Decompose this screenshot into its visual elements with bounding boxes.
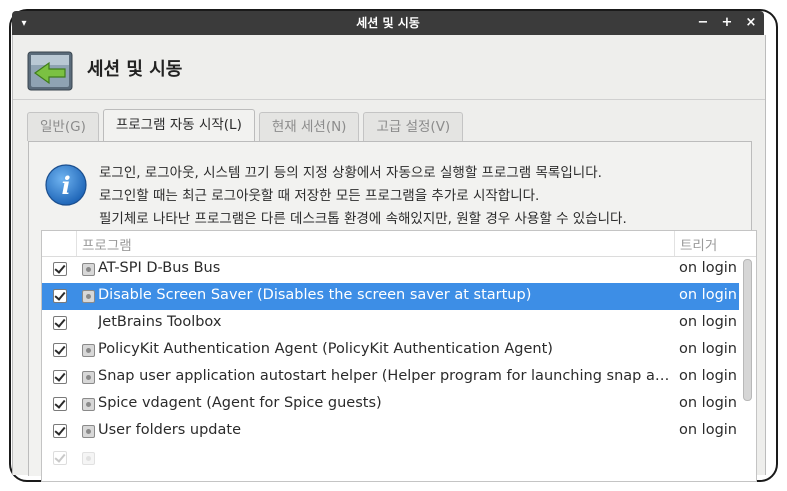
application-icon (82, 344, 95, 357)
column-header-program[interactable]: 프로그램 (82, 234, 132, 254)
application-icon (82, 452, 95, 465)
info-text: 로그인, 로그아웃, 시스템 끄기 등의 지정 상황에서 자동으로 실행할 프로… (99, 162, 627, 231)
info-icon: i (45, 164, 87, 206)
dialog-title: 세션 및 시동 (87, 59, 183, 80)
scrollbar-thumb[interactable] (743, 259, 752, 401)
enabled-checkbox[interactable] (53, 262, 67, 276)
close-button[interactable]: × (744, 16, 758, 30)
column-header-trigger[interactable]: 트리거 (680, 234, 717, 254)
tab-bar: 일반(G) 프로그램 자동 시작(L) 현재 세션(N) 고급 설정(V) (27, 109, 467, 141)
application-icon (82, 398, 95, 411)
tab-autostart[interactable]: 프로그램 자동 시작(L) (102, 109, 255, 141)
autostart-list[interactable]: 프로그램 트리거 AT-SPI D-Bus Bus on login Disab… (41, 230, 757, 482)
application-icon (82, 263, 95, 276)
dialog-header: 세션 및 시동 (13, 35, 765, 100)
program-trigger: on login (679, 314, 737, 330)
list-item[interactable]: Spice vdagent (Agent for Spice guests) o… (42, 391, 739, 418)
enabled-checkbox[interactable] (53, 424, 67, 438)
list-item[interactable]: PolicyKit Authentication Agent (PolicyKi… (42, 337, 739, 364)
enabled-checkbox[interactable] (53, 289, 67, 303)
program-name: Disable Screen Saver (Disables the scree… (98, 287, 532, 303)
list-item[interactable]: User folders update on login (42, 418, 739, 445)
minimize-button[interactable]: − (696, 16, 710, 30)
program-trigger: on login (679, 368, 737, 384)
program-name: AT-SPI D-Bus Bus (98, 260, 221, 276)
list-rows: AT-SPI D-Bus Bus on login Disable Screen… (42, 256, 739, 472)
program-name: Spice vdagent (Agent for Spice guests) (98, 395, 382, 411)
program-name: PolicyKit Authentication Agent (PolicyKi… (98, 341, 553, 357)
program-trigger: on login (679, 287, 737, 303)
enabled-checkbox[interactable] (53, 316, 67, 330)
program-trigger: on login (679, 395, 737, 411)
application-icon (82, 371, 95, 384)
autostart-panel: i 로그인, 로그아웃, 시스템 끄기 등의 지정 상황에서 자동으로 실행할 … (28, 141, 757, 482)
info-line: 로그인할 때는 최근 로그아웃할 때 저장한 모든 프로그램을 추가로 시작합니… (99, 188, 540, 204)
application-icon (82, 290, 95, 303)
enabled-checkbox[interactable] (53, 451, 67, 465)
list-item[interactable]: AT-SPI D-Bus Bus on login (42, 256, 739, 283)
session-startup-icon (27, 51, 73, 91)
program-name: User folders update (98, 422, 242, 438)
window-body: 세션 및 시동 일반(G) 프로그램 자동 시작(L) 현재 세션(N) 고급 … (12, 35, 766, 482)
enabled-checkbox[interactable] (53, 343, 67, 357)
maximize-button[interactable]: + (720, 16, 734, 30)
program-name: JetBrains Toolbox (98, 314, 222, 330)
enabled-checkbox[interactable] (53, 370, 67, 384)
tab-general[interactable]: 일반(G) (27, 112, 99, 141)
list-item[interactable]: Snap user application autostart helper (… (42, 364, 739, 391)
info-line: 로그인, 로그아웃, 시스템 끄기 등의 지정 상황에서 자동으로 실행할 프로… (99, 165, 602, 181)
list-scrollbar[interactable] (742, 258, 752, 480)
tab-current-session[interactable]: 현재 세션(N) (258, 112, 360, 141)
program-name: Snap user application autostart helper (… (98, 368, 670, 384)
list-item-selected[interactable]: Disable Screen Saver (Disables the scree… (42, 283, 739, 310)
list-header: 프로그램 트리거 (42, 231, 756, 257)
list-item-partial[interactable] (42, 445, 739, 472)
info-line: 필기체로 나타난 프로그램은 다른 데스크톱 환경에 속해있지만, 원할 경우 … (99, 211, 627, 227)
program-trigger: on login (679, 260, 737, 276)
tab-advanced[interactable]: 고급 설정(V) (363, 112, 464, 141)
window-title: 세션 및 시동 (356, 16, 420, 30)
program-trigger: on login (679, 422, 737, 438)
list-item[interactable]: JetBrains Toolbox on login (42, 310, 739, 337)
application-icon (82, 425, 95, 438)
window-titlebar[interactable]: ▾ 세션 및 시동 − + × (12, 11, 764, 35)
enabled-checkbox[interactable] (53, 397, 67, 411)
program-trigger: on login (679, 341, 737, 357)
svg-text:i: i (61, 171, 70, 200)
column-header-enabled[interactable] (42, 231, 77, 256)
column-separator (674, 231, 675, 256)
